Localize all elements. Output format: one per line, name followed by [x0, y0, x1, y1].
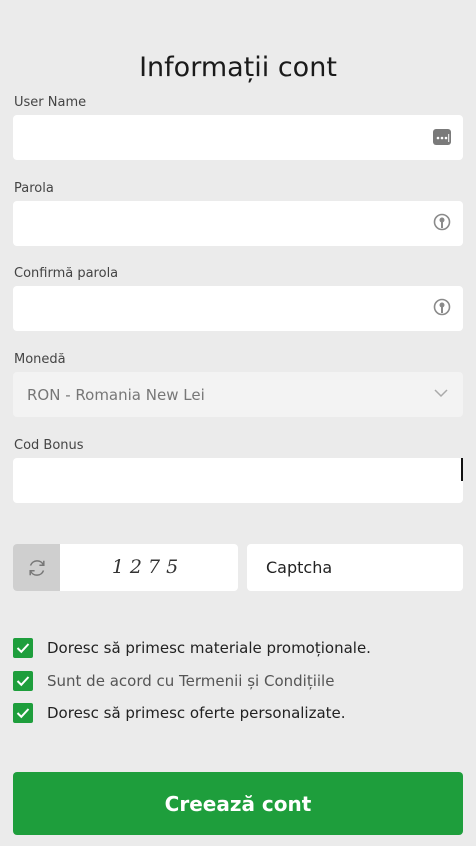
refresh-icon: [28, 559, 45, 576]
confirm-password-field-container: [13, 286, 463, 331]
username-label: User Name: [14, 95, 87, 110]
password-key-icon[interactable]: [433, 213, 453, 233]
currency-select[interactable]: RON - Romania New Lei: [13, 372, 463, 417]
terms-checkbox[interactable]: [13, 671, 33, 691]
refresh-captcha-button[interactable]: [13, 544, 60, 591]
captcha-field-container: [247, 544, 475, 591]
checkmark-icon: [16, 708, 30, 719]
captcha-image-box: 1275: [13, 544, 238, 591]
promotional-checkbox[interactable]: [13, 638, 33, 658]
checkbox-row-promotional[interactable]: Doresc să primesc materiale promoționale…: [13, 638, 371, 658]
captcha-input[interactable]: [247, 544, 475, 591]
password-input[interactable]: [13, 201, 441, 246]
currency-selected-value: RON - Romania New Lei: [27, 386, 205, 404]
checkmark-icon: [16, 643, 30, 654]
bonus-code-input[interactable]: [13, 458, 441, 503]
page-title: Informații cont: [139, 52, 337, 84]
confirm-password-input[interactable]: [13, 286, 441, 331]
autofill-keyboard-icon[interactable]: [433, 127, 453, 147]
text-cursor: [461, 458, 463, 481]
bonus-code-field-container: [13, 458, 463, 503]
promotional-checkbox-label: Doresc să primesc materiale promoționale…: [47, 639, 371, 657]
confirm-password-label: Confirmă parola: [14, 266, 119, 281]
username-field-container: [13, 115, 463, 160]
create-account-button[interactable]: Creează cont: [13, 772, 463, 835]
personalized-offers-checkbox-label: Doresc să primesc oferte personalizate.: [47, 704, 346, 722]
terms-checkbox-label[interactable]: Sunt de acord cu Termenii și Condițiile: [47, 672, 334, 690]
password-key-icon[interactable]: [433, 298, 453, 318]
chevron-down-icon: [433, 385, 453, 405]
checkbox-row-terms[interactable]: Sunt de acord cu Termenii și Condițiile: [13, 671, 334, 691]
personalized-offers-checkbox[interactable]: [13, 703, 33, 723]
username-input[interactable]: [13, 115, 441, 160]
checkmark-icon: [16, 676, 30, 687]
bonus-code-label: Cod Bonus: [14, 438, 84, 453]
checkbox-row-personalized[interactable]: Doresc să primesc oferte personalizate.: [13, 703, 346, 723]
captcha-code-image: 1275: [111, 556, 185, 578]
password-label: Parola: [14, 181, 54, 196]
password-field-container: [13, 201, 463, 246]
currency-label: Monedă: [14, 352, 66, 367]
